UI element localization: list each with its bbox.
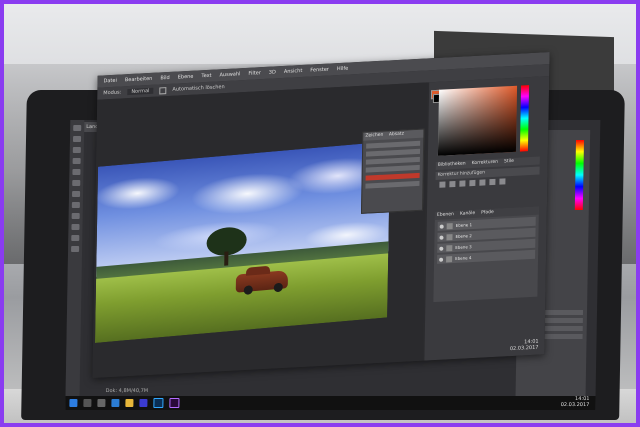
move-tool-icon[interactable] — [73, 125, 82, 131]
menu-bild[interactable]: Bild — [160, 75, 169, 81]
scale-field[interactable] — [365, 164, 420, 173]
taskbar — [65, 396, 596, 410]
lasso-tool-icon[interactable] — [72, 147, 81, 153]
layer-thumbnail — [446, 255, 453, 262]
eyedropper-tool-icon[interactable] — [72, 169, 81, 175]
pen-tool-icon[interactable] — [71, 224, 80, 230]
menu-text[interactable]: Text — [201, 73, 211, 80]
crop-tool-icon[interactable] — [72, 158, 81, 164]
menu-hilfe[interactable]: Hilfe — [337, 66, 348, 73]
color-picker-field[interactable] — [437, 85, 518, 156]
style-buttons[interactable] — [365, 180, 420, 189]
color-field[interactable] — [365, 172, 420, 181]
hand-tool-icon[interactable] — [71, 246, 80, 252]
windows-icon[interactable] — [69, 399, 78, 407]
hue-slider[interactable] — [574, 140, 585, 210]
edge-icon[interactable] — [111, 399, 120, 407]
tab-zeichen[interactable]: Zeichen — [365, 133, 383, 139]
eye-icon[interactable] — [439, 246, 444, 251]
menu-auswahl[interactable]: Auswahl — [219, 71, 240, 78]
menu-3d[interactable]: 3D — [269, 69, 276, 75]
tracking-field[interactable] — [365, 156, 420, 165]
menu-filter[interactable]: Filter — [248, 70, 260, 77]
tab-kanaele[interactable]: Kanäle — [460, 210, 475, 219]
layers-panel: Ebenen Kanäle Pfade Ebene 1 Ebene 2 Eben… — [433, 206, 539, 303]
tree-trunk — [224, 251, 229, 266]
tab-absatz[interactable]: Absatz — [389, 132, 404, 138]
color-balance-icon[interactable] — [499, 178, 506, 185]
curves-icon[interactable] — [459, 180, 466, 187]
tab-stile[interactable]: Stile — [504, 158, 514, 167]
layer-thumbnail — [446, 222, 453, 229]
mode-label: Modus: — [103, 89, 122, 97]
layer-name: Ebene 2 — [455, 233, 472, 239]
character-panel-tabs: Zeichen Absatz — [363, 129, 424, 141]
adjustment-icons — [439, 178, 506, 188]
layer-name: Ebene 1 — [455, 222, 473, 228]
right-panels: Bibliotheken Korrekturen Stile Korrektur… — [424, 76, 550, 361]
eye-icon[interactable] — [439, 224, 444, 229]
layer-name: Ebene 4 — [455, 255, 472, 261]
photoshop-icon[interactable] — [153, 398, 164, 408]
layer-thumbnail — [446, 244, 453, 251]
menu-ebene[interactable]: Ebene — [178, 74, 194, 81]
canvas-area[interactable]: Zeichen Absatz — [92, 82, 428, 378]
auto-delete-checkbox[interactable] — [159, 86, 167, 94]
font-family-field[interactable] — [366, 140, 421, 149]
tab-korrekturen[interactable]: Korrekturen — [472, 159, 499, 168]
landscape-image[interactable] — [94, 141, 391, 343]
task-view-icon[interactable] — [97, 399, 106, 407]
eye-icon[interactable] — [439, 235, 444, 240]
store-icon[interactable] — [139, 399, 148, 407]
brush-tool-icon[interactable] — [72, 180, 81, 186]
hue-slider[interactable] — [519, 85, 530, 152]
search-icon[interactable] — [83, 399, 92, 407]
system-clock[interactable]: 14:01 02.03.2017 — [510, 339, 539, 353]
menu-bearbeiten[interactable]: Bearbeiten — [125, 76, 153, 83]
levels-icon[interactable] — [449, 180, 456, 188]
menu-ansicht[interactable]: Ansicht — [284, 68, 303, 75]
hue-saturation-icon[interactable] — [489, 178, 496, 186]
explorer-icon[interactable] — [125, 399, 134, 407]
photoshop-window: Datei Bearbeiten Bild Ebene Text Auswahl… — [92, 52, 550, 378]
font-size-field[interactable] — [365, 148, 421, 157]
tab-pfade[interactable]: Pfade — [481, 209, 494, 218]
marquee-tool-icon[interactable] — [72, 136, 82, 142]
eraser-tool-icon[interactable] — [71, 202, 80, 208]
stamp-tool-icon[interactable] — [72, 191, 81, 197]
photo-frame: Landschaft.psd bei 50% Dok: 4,8M/40,7M — [4, 4, 636, 423]
brightness-icon[interactable] — [439, 181, 446, 188]
menu-datei[interactable]: Datei — [103, 78, 116, 85]
tab-bibliotheken[interactable]: Bibliotheken — [438, 160, 466, 169]
clock-date: 02.03.2017 — [509, 344, 539, 353]
layer-name: Ebene 3 — [455, 244, 472, 250]
auto-delete-label: Automatisch löschen — [172, 84, 225, 93]
clock-date: 02.03.2017 — [560, 402, 590, 408]
menu-fenster[interactable]: Fenster — [310, 67, 329, 74]
exposure-icon[interactable] — [469, 179, 476, 187]
tab-ebenen[interactable]: Ebenen — [437, 211, 454, 220]
premiere-icon[interactable] — [169, 398, 180, 408]
system-clock[interactable]: 14:01 02.03.2017 — [561, 396, 590, 408]
gradient-tool-icon[interactable] — [71, 213, 80, 219]
layer-thumbnail — [446, 233, 453, 240]
eye-icon[interactable] — [439, 257, 444, 262]
type-tool-icon[interactable] — [71, 235, 80, 241]
mode-select[interactable]: Normal — [127, 87, 154, 96]
character-panel: Zeichen Absatz — [360, 128, 425, 214]
vibrance-icon[interactable] — [479, 179, 486, 186]
status-bar: Dok: 4,8M/40,7M — [105, 388, 149, 394]
toolbox — [65, 120, 85, 410]
